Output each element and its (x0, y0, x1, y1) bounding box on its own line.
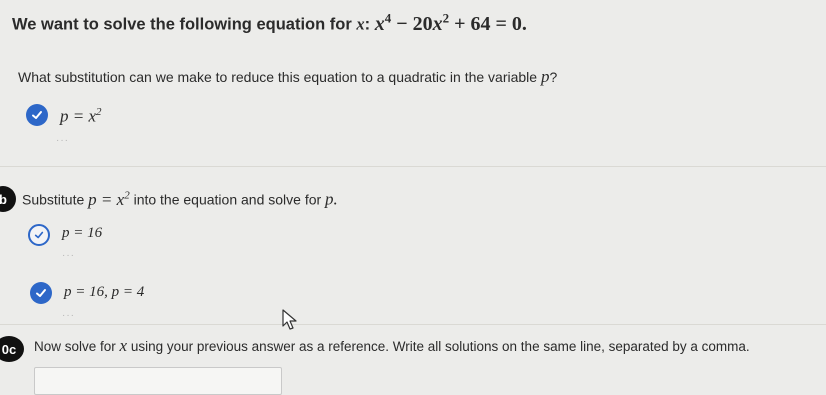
mouse-pointer-icon (282, 309, 298, 336)
part-a-question-text: What substitution can we make to reduce … (18, 69, 538, 85)
part-b-sub-expr: p = x2 (88, 189, 130, 209)
equation: x4 − 20x2 + 64 = 0. (374, 10, 527, 35)
part-b-sub-exponent: 2 (124, 189, 130, 201)
intro-variable: x (356, 14, 365, 34)
part-b-attempt-1: p = 16 (62, 225, 103, 241)
equation-x2: x (432, 12, 443, 35)
part-b-attempt-1-dots[interactable]: ··· (62, 250, 75, 261)
part-a-answer-text: p = x (60, 106, 97, 126)
equation-x1: x (374, 12, 385, 35)
part-b-question-post: into the equation and solve for (133, 191, 322, 208)
problem-statement: We want to solve the following equation … (12, 10, 527, 36)
intro-text: We want to solve the following equation … (12, 15, 352, 34)
part-a-qmark: ? (549, 69, 558, 85)
part-c-variable: x (119, 336, 128, 355)
part-b-question-pre: Substitute (22, 191, 85, 208)
part-c-answer-input[interactable] (34, 367, 282, 395)
equation-middle: − 20 (391, 12, 433, 35)
intro-colon: : (364, 15, 371, 34)
part-a-more-dots[interactable]: ··· (56, 135, 69, 146)
correct-check-icon-2 (30, 282, 52, 304)
correct-check-icon (26, 104, 48, 126)
part-c-badge: 0c (0, 336, 24, 362)
section-divider (0, 166, 826, 167)
part-a-answer-exponent: 2 (96, 106, 102, 118)
part-a-answer: p = x2 (60, 106, 102, 127)
part-b-badge: b (0, 186, 16, 212)
part-c-question-pre: Now solve for (34, 339, 116, 354)
part-b-question: Substitute p = x2 into the equation and … (22, 189, 338, 210)
equation-end: + 64 = 0. (449, 12, 527, 35)
part-a-question: What substitution can we make to reduce … (18, 67, 557, 87)
part-c-question-post: using your previous answer as a referenc… (130, 339, 750, 354)
attempt-check-outline-icon (28, 224, 50, 246)
part-b-attempt-2-dots[interactable]: ··· (62, 310, 75, 321)
part-c-question: Now solve for x using your previous answ… (34, 336, 750, 356)
part-b-sub-expr-text: p = x (88, 189, 125, 209)
part-b-attempt-2: p = 16, p = 4 (64, 284, 145, 300)
part-b-variable: p. (325, 189, 338, 209)
section-divider-2 (0, 324, 826, 325)
